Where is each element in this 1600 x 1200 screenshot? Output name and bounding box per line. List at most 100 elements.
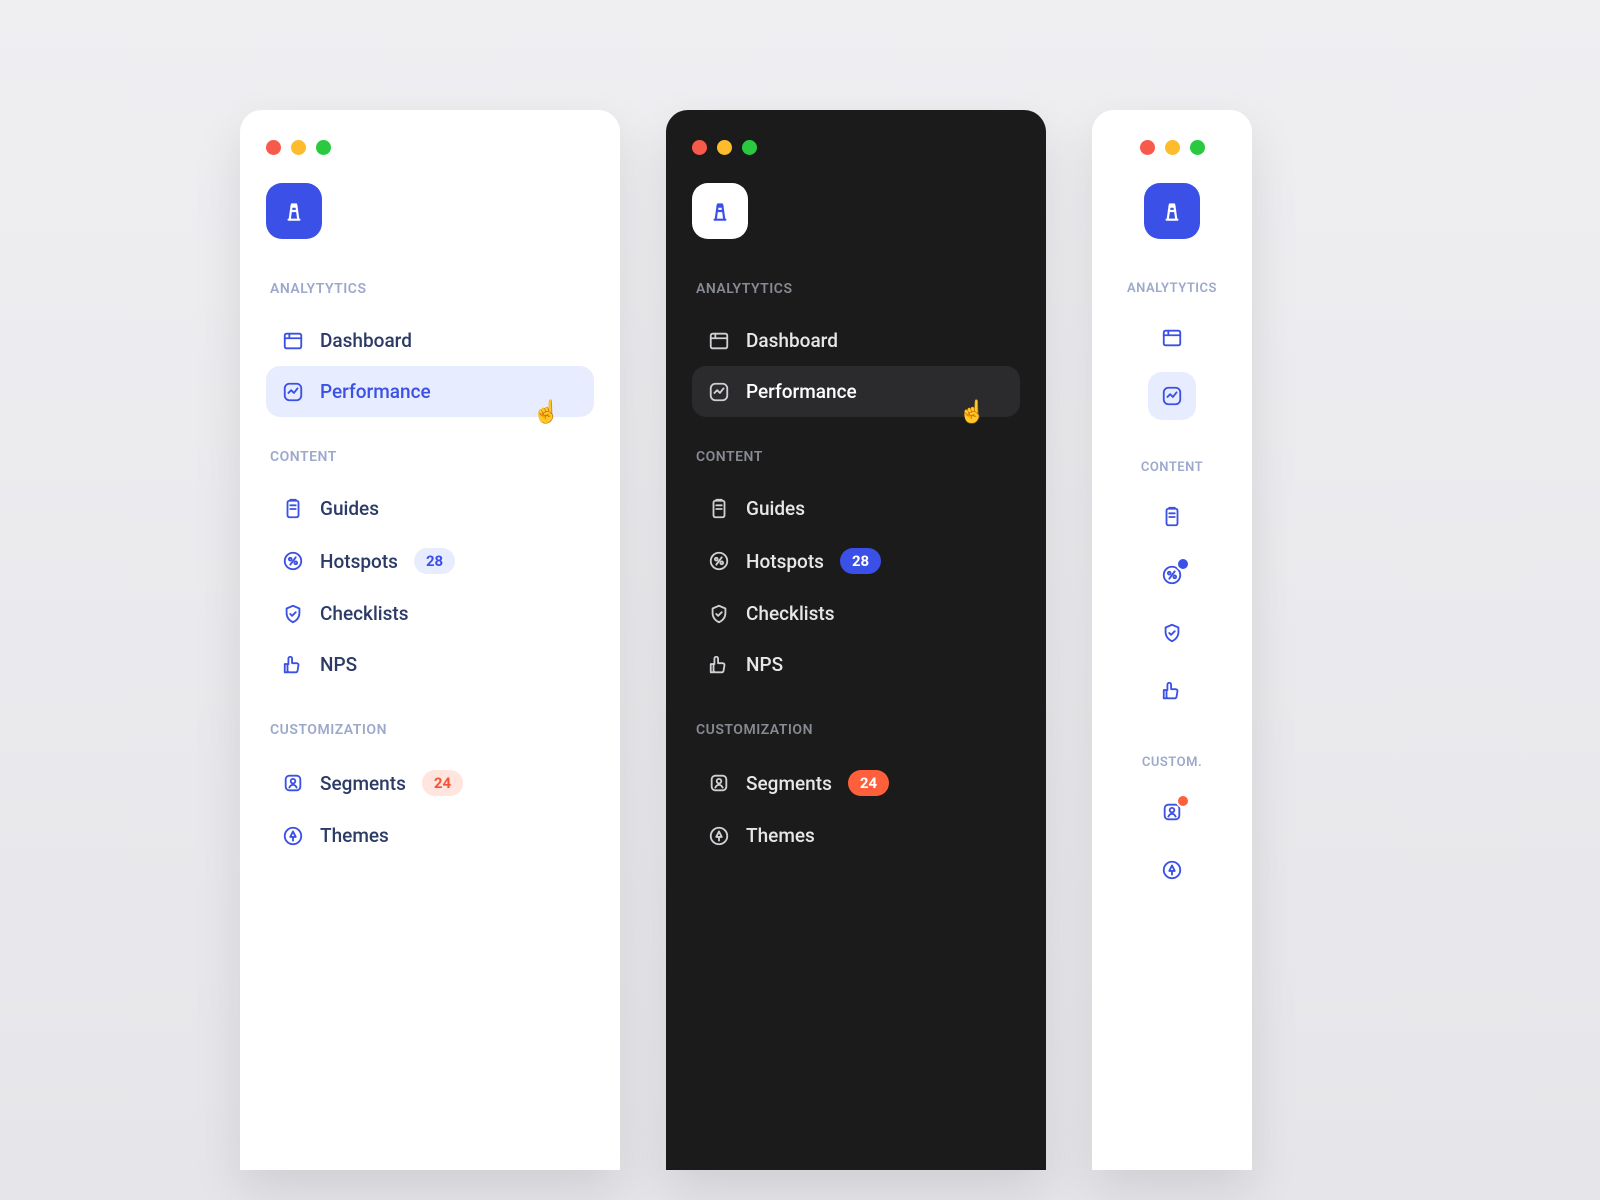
nav-hotspots[interactable]: Hotspots 28 — [266, 534, 594, 588]
close-dot[interactable] — [692, 140, 707, 155]
window-controls — [692, 140, 1020, 155]
nav-segments[interactable] — [1148, 788, 1196, 836]
nav-dashboard[interactable] — [1148, 314, 1196, 362]
app-logo[interactable] — [692, 183, 748, 239]
section-analytics: ANALYTYTICS — [270, 281, 594, 297]
nav-dashboard[interactable]: Dashboard — [692, 315, 1020, 366]
sidebar-mini: ANALYTYTICS CONTENT — [1092, 110, 1252, 1170]
performance-icon — [708, 381, 730, 403]
nav-label: NPS — [746, 653, 783, 676]
nav-performance[interactable] — [1148, 372, 1196, 420]
hotspots-badge: 28 — [414, 548, 455, 574]
hotspots-notification-dot — [1176, 557, 1190, 571]
nav-label: Performance — [320, 380, 431, 403]
lighthouse-icon — [281, 198, 307, 224]
minimize-dot[interactable] — [291, 140, 306, 155]
dashboard-icon — [282, 330, 304, 352]
nav-checklists[interactable] — [1148, 609, 1196, 657]
segments-notification-dot — [1176, 794, 1190, 808]
nav-label: Themes — [320, 824, 389, 847]
section-content: CONTENT — [1114, 460, 1230, 475]
nav-label: Guides — [320, 497, 379, 520]
checklists-icon — [708, 603, 730, 625]
app-logo[interactable] — [1144, 183, 1200, 239]
nav-label: Checklists — [320, 602, 409, 625]
themes-icon — [282, 825, 304, 847]
nav-checklists[interactable]: Checklists — [692, 588, 1020, 639]
nav-nps[interactable]: NPS — [692, 639, 1020, 690]
hotspots-icon — [708, 550, 730, 572]
nav-guides[interactable]: Guides — [692, 483, 1020, 534]
nav-hotspots[interactable] — [1148, 551, 1196, 599]
nav-hotspots[interactable]: Hotspots 28 — [692, 534, 1020, 588]
checklists-icon — [1161, 621, 1183, 645]
nav-checklists[interactable]: Checklists — [266, 588, 594, 639]
pointer-cursor-icon: ☝ — [959, 400, 986, 425]
nav-themes[interactable]: Themes — [266, 810, 594, 861]
nav-label: Segments — [320, 772, 406, 795]
close-dot[interactable] — [266, 140, 281, 155]
nav-label: Hotspots — [320, 550, 398, 573]
app-logo[interactable] — [266, 183, 322, 239]
maximize-dot[interactable] — [1190, 140, 1205, 155]
section-customization: CUSTOMIZATION — [270, 722, 594, 738]
nps-icon — [708, 654, 730, 676]
nav-guides[interactable] — [1148, 493, 1196, 541]
nav-themes[interactable]: Themes — [692, 810, 1020, 861]
lighthouse-icon — [1159, 198, 1185, 224]
nav-label: Hotspots — [746, 550, 824, 573]
close-dot[interactable] — [1140, 140, 1155, 155]
nav-segments[interactable]: Segments 24 — [266, 756, 594, 810]
hotspots-badge: 28 — [840, 548, 881, 574]
minimize-dot[interactable] — [1165, 140, 1180, 155]
dashboard-icon — [708, 330, 730, 352]
maximize-dot[interactable] — [316, 140, 331, 155]
guides-icon — [708, 498, 730, 520]
section-customization: CUSTOMIZATION — [696, 722, 1020, 738]
segments-icon — [282, 772, 304, 794]
nav-themes[interactable] — [1148, 846, 1196, 894]
nav-label: Themes — [746, 824, 815, 847]
section-customization: CUSTOM. — [1114, 755, 1230, 770]
lighthouse-icon — [707, 198, 733, 224]
nav-label: Checklists — [746, 602, 835, 625]
pointer-cursor-icon: ☝ — [533, 400, 560, 425]
segments-badge: 24 — [848, 770, 889, 796]
performance-icon — [282, 381, 304, 403]
section-content: CONTENT — [696, 449, 1020, 465]
nav-label: Segments — [746, 772, 832, 795]
minimize-dot[interactable] — [717, 140, 732, 155]
nav-label: Dashboard — [320, 329, 412, 352]
nav-nps[interactable] — [1148, 667, 1196, 715]
maximize-dot[interactable] — [742, 140, 757, 155]
guides-icon — [282, 498, 304, 520]
segments-icon — [708, 772, 730, 794]
section-content: CONTENT — [270, 449, 594, 465]
nav-label: Dashboard — [746, 329, 838, 352]
nps-icon — [1161, 679, 1183, 703]
themes-icon — [1161, 858, 1183, 882]
dashboard-icon — [1161, 326, 1183, 350]
nav-performance[interactable]: Performance ☝ — [266, 366, 594, 417]
nav-segments[interactable]: Segments 24 — [692, 756, 1020, 810]
segments-badge: 24 — [422, 770, 463, 796]
sidebar-dark: ANALYTYTICS Dashboard Performance ☝ CONT… — [666, 110, 1046, 1170]
window-controls — [266, 140, 594, 155]
section-analytics: ANALYTYTICS — [1114, 281, 1230, 296]
sidebar-light: ANALYTYTICS Dashboard Performance ☝ CONT… — [240, 110, 620, 1170]
nav-label: NPS — [320, 653, 357, 676]
guides-icon — [1161, 505, 1183, 529]
nav-label: Performance — [746, 380, 857, 403]
window-controls — [1114, 140, 1230, 155]
nps-icon — [282, 654, 304, 676]
themes-icon — [708, 825, 730, 847]
hotspots-icon — [282, 550, 304, 572]
performance-icon — [1161, 384, 1183, 408]
nav-label: Guides — [746, 497, 805, 520]
nav-nps[interactable]: NPS — [266, 639, 594, 690]
checklists-icon — [282, 603, 304, 625]
nav-guides[interactable]: Guides — [266, 483, 594, 534]
section-analytics: ANALYTYTICS — [696, 281, 1020, 297]
nav-dashboard[interactable]: Dashboard — [266, 315, 594, 366]
nav-performance[interactable]: Performance ☝ — [692, 366, 1020, 417]
